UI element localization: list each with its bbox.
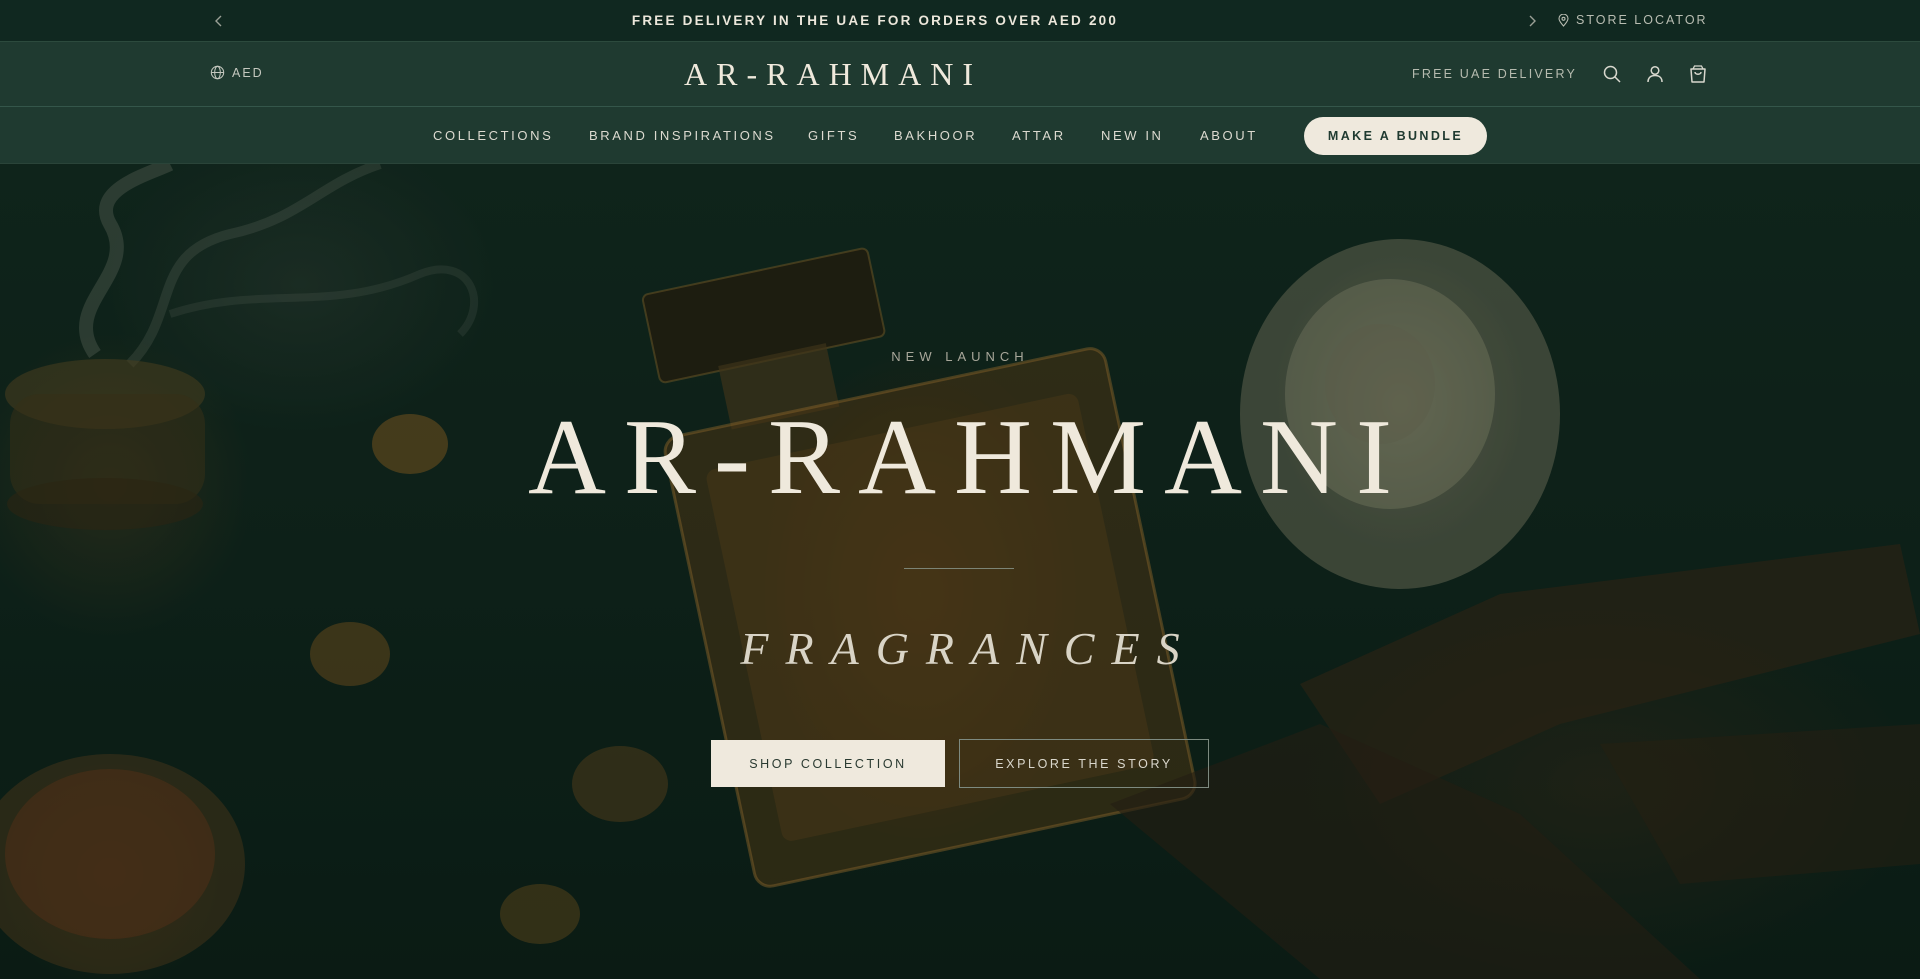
nav-item-gifts[interactable]: GIFTS — [808, 128, 859, 143]
make-a-bundle-button[interactable]: MAKE A BUNDLE — [1304, 117, 1487, 155]
explore-the-story-button[interactable]: EXPLORE THE STORY — [959, 739, 1209, 788]
store-locator-link[interactable]: STORE LOCATOR — [1558, 13, 1708, 27]
announcement-message: FREE DELIVERY IN THE UAE FOR ORDERS OVER… — [631, 13, 1119, 28]
nav-item-bakhoor[interactable]: BAKHOOR — [894, 128, 977, 143]
announcement-next-button[interactable] — [1523, 12, 1541, 30]
hero-title: AR-RAHMANI — [528, 398, 1410, 517]
site-header: AED AR-RAHMANI FREE UAE DELIVERY — [0, 42, 1920, 107]
hero-banner: NEW LAUNCH AR-RAHMANI FRAGRANCES SHOP CO… — [0, 164, 1920, 979]
nav-item-new-in[interactable]: NEW IN — [1101, 128, 1164, 143]
account-icon — [1647, 65, 1663, 83]
nav-item-brand-inspirations[interactable]: BRAND INSPIRATIONS — [589, 128, 776, 143]
cart-icon — [1690, 65, 1706, 83]
cart-button[interactable] — [1686, 62, 1710, 86]
map-pin-icon — [1558, 13, 1569, 27]
chevron-right-icon — [1529, 15, 1536, 27]
delivery-note: FREE UAE DELIVERY — [1412, 67, 1577, 81]
store-locator-label: STORE LOCATOR — [1576, 13, 1708, 27]
hero-subtitle: FRAGRANCES — [740, 623, 1197, 674]
hero-content: NEW LAUNCH AR-RAHMANI FRAGRANCES SHOP CO… — [0, 164, 1920, 979]
nav-item-about[interactable]: ABOUT — [1200, 128, 1258, 143]
announcement-bar: FREE DELIVERY IN THE UAE FOR ORDERS OVER… — [0, 0, 1920, 42]
account-button[interactable] — [1643, 62, 1667, 86]
nav-item-attar[interactable]: ATTAR — [1012, 128, 1066, 143]
search-button[interactable] — [1600, 62, 1624, 86]
nav-item-collections[interactable]: COLLECTIONS — [433, 128, 553, 143]
shop-collection-button[interactable]: SHOP COLLECTION — [711, 740, 945, 787]
hero-divider — [904, 568, 1014, 569]
search-icon — [1603, 65, 1621, 83]
main-navigation: COLLECTIONS BRAND INSPIRATIONS GIFTS BAK… — [0, 107, 1920, 164]
hero-eyebrow: NEW LAUNCH — [891, 349, 1029, 364]
